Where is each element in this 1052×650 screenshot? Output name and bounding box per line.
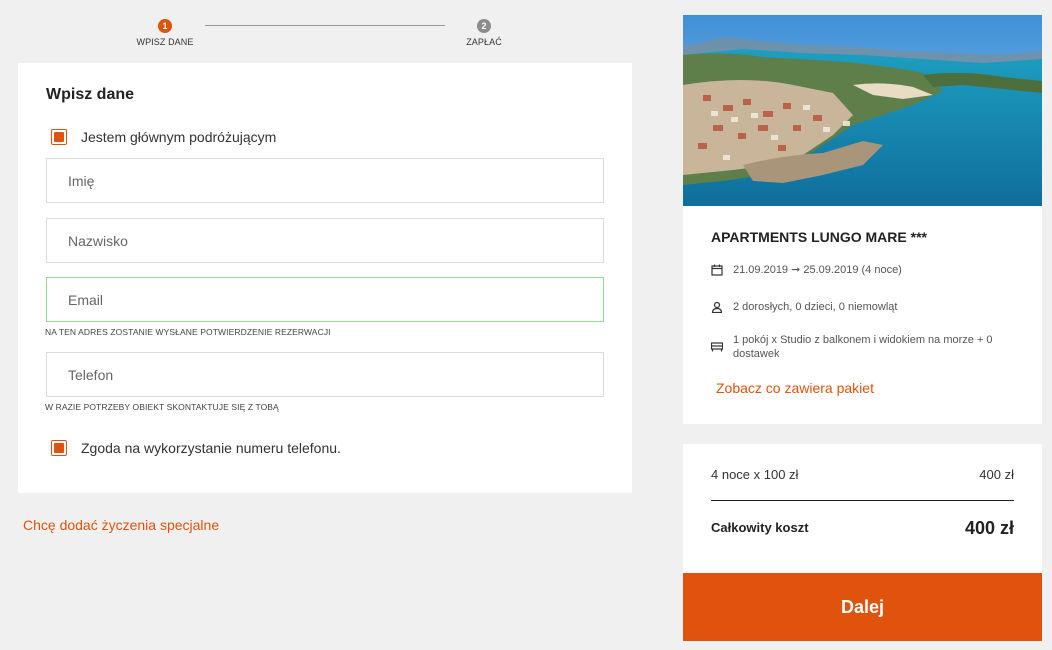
price-divider <box>711 500 1014 501</box>
guests-text: 2 dorosłych, 0 dzieci, 0 niemowląt <box>733 301 898 313</box>
price-summary-card: 4 noce x 100 zł 400 zł Całkowity koszt 4… <box>683 444 1042 641</box>
step-label: ZAPŁAĆ <box>466 37 502 47</box>
price-line: 4 noce x 100 zł 400 zł <box>711 467 1014 482</box>
traveler-form-card: Wpisz dane Jestem głównym podróżującym N… <box>18 63 632 493</box>
package-details-link[interactable]: Zobacz co zawiera pakiet <box>716 380 874 396</box>
hotel-photo <box>683 15 1042 206</box>
price-line-label: 4 noce x 100 zł <box>711 467 799 482</box>
hotel-summary-card: APARTMENTS LUNGO MARE *** 21.09.2019 ➞ 2… <box>683 15 1042 424</box>
phone-hint: W RAZIE POTRZEBY OBIEKT SKONTAKTUJE SIĘ … <box>45 402 279 412</box>
room-text: 1 pokój x Studio z balkonem i widokiem n… <box>733 334 993 360</box>
main-traveler-row[interactable]: Jestem głównym podróżującym <box>51 129 276 145</box>
form-title: Wpisz dane <box>46 86 135 103</box>
step-label: WPISZ DANE <box>136 37 194 47</box>
total-cost-value: 400 zł <box>964 518 1014 538</box>
dates-text: 21.09.2019 ➞ 25.09.2019 (4 noce) <box>733 264 902 276</box>
next-button[interactable]: Dalej <box>683 573 1042 641</box>
main-traveler-checkbox[interactable] <box>51 129 67 145</box>
person-icon <box>711 301 723 313</box>
bed-icon <box>711 342 723 352</box>
step-number-badge: 1 <box>158 19 172 33</box>
email-input[interactable] <box>46 277 604 322</box>
calendar-icon <box>711 264 723 276</box>
email-hint: NA TEN ADRES ZOSTANIE WYSŁANE POTWIERDZE… <box>45 327 331 337</box>
progress-stepper: 1 WPISZ DANE 2 ZAPŁAĆ <box>18 0 632 60</box>
price-line-value: 400 zł <box>979 467 1014 482</box>
step-number-badge: 2 <box>477 19 491 33</box>
phone-input[interactable] <box>46 352 604 397</box>
last-name-input[interactable] <box>46 218 604 263</box>
phone-consent-checkbox[interactable] <box>51 440 67 456</box>
step-pay: 2 ZAPŁAĆ <box>424 19 544 47</box>
first-name-input[interactable] <box>46 158 604 203</box>
total-cost-label: Całkowity koszt <box>711 520 809 535</box>
special-requests-link[interactable]: Chcę dodać życzenia specjalne <box>23 517 219 533</box>
step-enter-data: 1 WPISZ DANE <box>105 19 225 47</box>
guests-row: 2 dorosłych, 0 dzieci, 0 niemowląt <box>711 300 1011 314</box>
main-traveler-label: Jestem głównym podróżującym <box>81 129 277 145</box>
phone-consent-row[interactable]: Zgoda na wykorzystanie numeru telefonu. <box>51 440 341 456</box>
hotel-name: APARTMENTS LUNGO MARE *** <box>711 229 927 245</box>
dates-row: 21.09.2019 ➞ 25.09.2019 (4 noce) <box>711 263 1011 277</box>
phone-consent-label: Zgoda na wykorzystanie numeru telefonu. <box>81 440 341 456</box>
stepper-line <box>205 25 445 26</box>
room-row: 1 pokój x Studio z balkonem i widokiem n… <box>711 333 1011 361</box>
